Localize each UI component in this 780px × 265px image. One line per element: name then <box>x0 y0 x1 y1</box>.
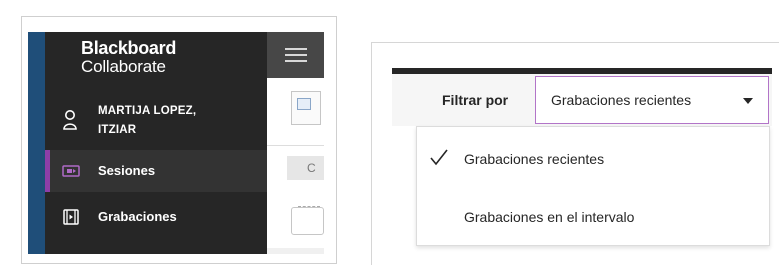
filter-option-intervalo[interactable]: Grabaciones en el intervalo <box>417 197 769 237</box>
recording-card-icon[interactable] <box>291 206 324 235</box>
filter-selected-value: Grabaciones recientes <box>551 92 692 108</box>
filter-label: Filtrar por <box>442 92 509 108</box>
menu-button[interactable] <box>267 32 324 78</box>
sidebar-item-label: Grabaciones <box>98 209 177 224</box>
brand-name: Blackboard <box>81 38 177 58</box>
user-icon <box>63 110 77 130</box>
filter-option-label: Grabaciones en el intervalo <box>464 209 635 225</box>
window-edge-strip <box>28 32 45 254</box>
filter-option-label: Grabaciones recientes <box>464 151 605 167</box>
hamburger-icon <box>284 48 307 62</box>
collaborate-app: Blackboard Collaborate MARTIJA LOPEZ, IT… <box>28 32 324 254</box>
sidebar-item-sesiones[interactable]: Sesiones <box>45 150 267 192</box>
recordings-icon <box>63 209 79 225</box>
filter-dropdown-menu: Grabaciones recientes Grabaciones en el … <box>416 126 770 246</box>
brand-product: Collaborate <box>81 57 166 76</box>
session-thumbnail[interactable] <box>291 91 321 125</box>
user-name: MARTIJA LOPEZ, ITZIAR <box>98 102 196 140</box>
filter-option-recientes[interactable]: Grabaciones recientes <box>417 139 769 179</box>
sidebar-item-label: Sesiones <box>98 163 156 178</box>
user-name-line2: ITZIAR <box>98 124 137 136</box>
checkmark-icon <box>430 149 448 166</box>
content-area: C <box>267 78 324 254</box>
divider <box>267 145 324 146</box>
user-profile[interactable]: MARTIJA LOPEZ, ITZIAR <box>45 87 267 149</box>
chevron-down-icon <box>743 98 753 104</box>
brand-logo: Blackboard Collaborate <box>81 39 176 75</box>
content-footer <box>267 248 324 254</box>
user-name-line1: MARTIJA LOPEZ, <box>98 105 197 117</box>
filter-select[interactable]: Grabaciones recientes <box>535 76 769 124</box>
sidebar-item-grabaciones[interactable]: Grabaciones <box>45 196 267 238</box>
sessions-icon <box>62 165 80 177</box>
content-button[interactable]: C <box>287 156 324 180</box>
